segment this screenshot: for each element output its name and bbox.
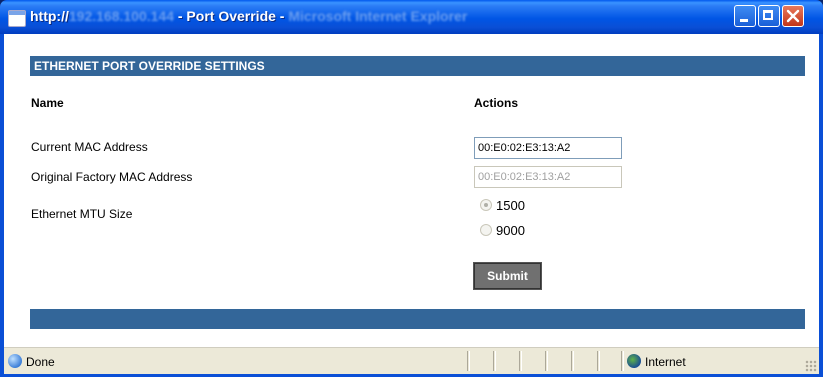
ie-page-icon [8, 10, 26, 27]
minimize-icon [740, 19, 748, 22]
name-column-header: Name [31, 96, 64, 110]
status-divider [597, 351, 600, 371]
radio-unchecked-icon[interactable] [480, 224, 492, 236]
current-mac-label: Current MAC Address [31, 140, 148, 154]
status-divider [545, 351, 548, 371]
minimize-button[interactable] [734, 5, 756, 27]
mtu-size-label: Ethernet MTU Size [31, 207, 133, 221]
window-title: http://192.168.100.144 - Port Override -… [30, 8, 468, 24]
section-header: ETHERNET PORT OVERRIDE SETTINGS [30, 56, 805, 76]
ie-status-icon [8, 354, 22, 368]
maximize-button[interactable] [758, 5, 780, 27]
factory-mac-label: Original Factory MAC Address [31, 170, 193, 184]
status-divider [519, 351, 522, 371]
status-divider [571, 351, 574, 371]
status-divider [467, 351, 470, 371]
resize-grip-icon[interactable] [805, 360, 817, 372]
status-divider [621, 351, 624, 371]
close-icon [786, 9, 800, 23]
window-border-right [819, 34, 823, 377]
current-mac-input[interactable] [474, 137, 622, 159]
page-content: ETHERNET PORT OVERRIDE SETTINGS Name Act… [4, 34, 819, 347]
status-text: Done [26, 355, 55, 369]
security-zone-label: Internet [645, 355, 686, 369]
submit-button[interactable]: Submit [473, 262, 542, 290]
close-button[interactable] [782, 5, 804, 27]
radio-checked-icon[interactable] [480, 199, 492, 211]
globe-icon [627, 354, 641, 368]
mtu-option-label: 9000 [496, 222, 525, 238]
mtu-option-label: 1500 [496, 197, 525, 213]
mtu-option-9000[interactable]: 9000 [480, 221, 525, 239]
title-bar[interactable]: http://192.168.100.144 - Port Override -… [0, 0, 823, 34]
browser-window: http://192.168.100.144 - Port Override -… [0, 0, 823, 377]
maximize-icon [763, 10, 773, 20]
status-bar: Done Internet [4, 347, 819, 374]
factory-mac-input [474, 166, 622, 188]
actions-column-header: Actions [474, 96, 519, 110]
mtu-option-1500[interactable]: 1500 [480, 196, 525, 214]
status-divider [493, 351, 496, 371]
footer-bar [30, 309, 805, 329]
